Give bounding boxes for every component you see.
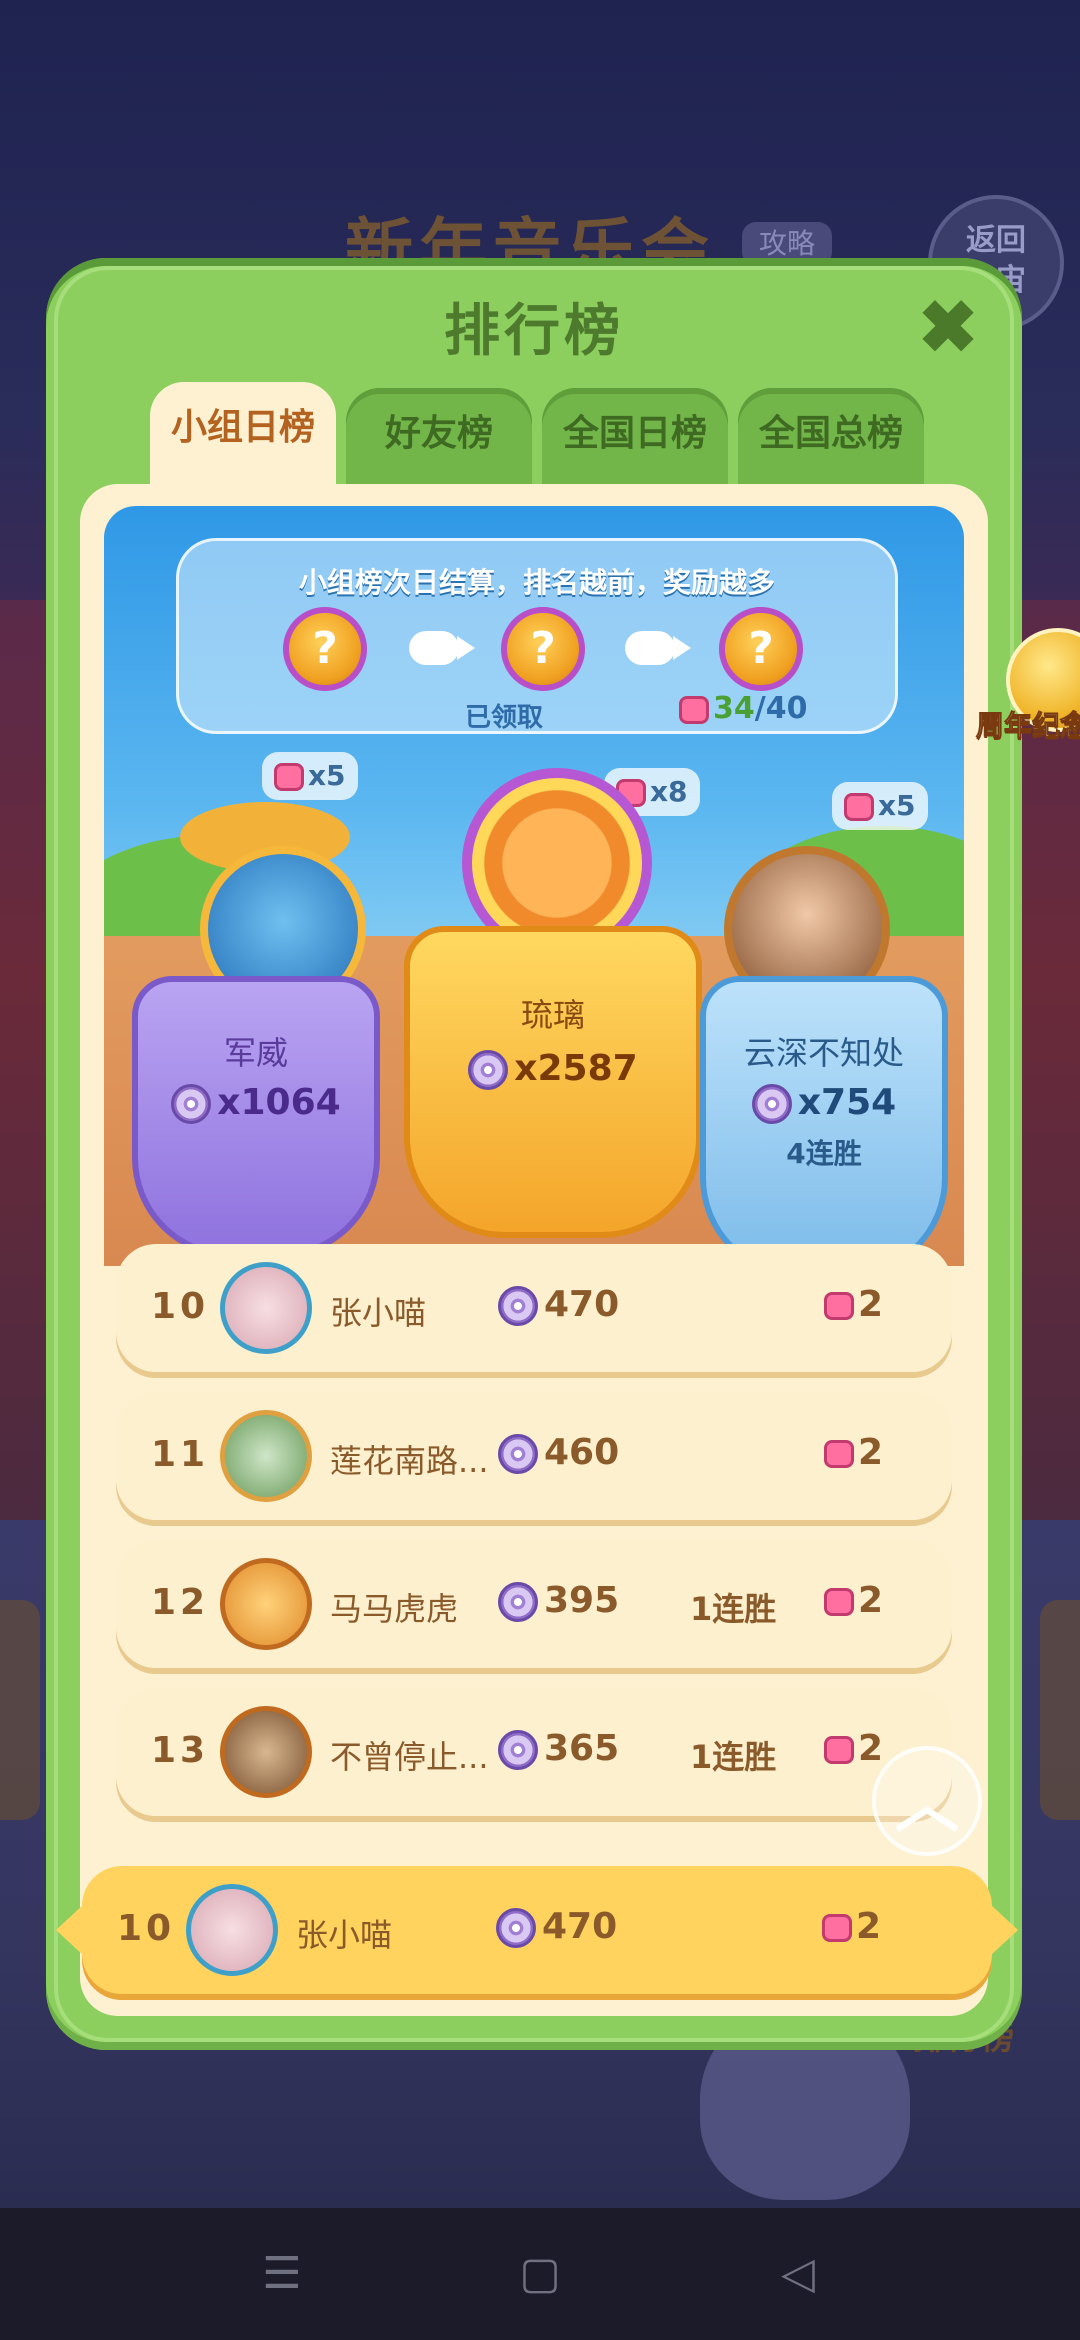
fragment-count: 2: [824, 1432, 883, 1473]
tab-friends[interactable]: 好友榜: [346, 388, 532, 488]
fragment-count: 2: [824, 1580, 883, 1621]
back-triangle-icon[interactable]: ◁: [770, 2248, 826, 2300]
podium-first: 琉璃 x2587: [404, 926, 702, 1238]
side-decoration-right: [1040, 1600, 1080, 1820]
puzzle-piece-icon: [844, 793, 874, 821]
disc-icon: [498, 1434, 538, 1474]
anniversary-coin-badge[interactable]: 周年纪念币: [954, 628, 1080, 748]
podium-second: 军威 x1064: [132, 976, 380, 1258]
podium-scene: 小组榜次日结算，排名越前，奖励越多 ? ? ? 已领取 34/40 x5 军威 …: [104, 506, 964, 1266]
puzzle-piece-icon: [274, 763, 304, 791]
reward-bag-icon[interactable]: ?: [283, 607, 367, 691]
rank-number: 11: [150, 1434, 210, 1475]
player-score: 470: [496, 1906, 617, 1948]
puzzle-piece-icon: [824, 1736, 854, 1764]
podium-second-name: 军威: [223, 1034, 288, 1072]
podium-first-score: x2587: [410, 1048, 696, 1090]
modal-title: 排行榜: [444, 299, 624, 364]
reward-bubble-second: x5: [262, 752, 358, 800]
avatar[interactable]: [220, 1706, 312, 1798]
player-name: 莲花南路...: [330, 1442, 489, 1480]
list-item[interactable]: 10 张小喵 470 2: [116, 1244, 952, 1372]
reward-caption: 小组榜次日结算，排名越前，奖励越多: [298, 566, 775, 599]
tab-national-total[interactable]: 全国总榜: [738, 388, 924, 488]
puzzle-piece-icon: [824, 1292, 854, 1320]
rank-number: 13: [150, 1730, 210, 1771]
player-name: 张小喵: [330, 1294, 427, 1332]
disc-icon: [751, 1084, 792, 1124]
puzzle-piece-icon: [824, 1588, 854, 1616]
player-name: 不曾停止...: [330, 1738, 489, 1776]
win-streak: 1连胜: [690, 1738, 777, 1776]
puzzle-piece-icon: [822, 1914, 852, 1942]
avatar[interactable]: [220, 1262, 312, 1354]
avatar[interactable]: [220, 1558, 312, 1650]
podium-third: 云深不知处 x754 4连胜: [700, 976, 948, 1266]
player-name: 张小喵: [296, 1916, 393, 1954]
rank-number: 10: [116, 1908, 176, 1949]
fragment-count: 2: [822, 1906, 881, 1947]
fragment-progress: 34/40: [679, 691, 807, 726]
tab-group-daily[interactable]: 小组日榜: [150, 382, 336, 488]
podium-third-name: 云深不知处: [743, 1034, 904, 1072]
player-score: 395: [498, 1580, 619, 1622]
claimed-label: 已领取: [465, 703, 544, 733]
player-score: 460: [498, 1432, 619, 1474]
reward-info-box: 小组榜次日结算，排名越前，奖励越多 ? ? ? 已领取 34/40: [176, 538, 898, 734]
puzzle-piece-icon: [824, 1440, 854, 1468]
fragment-count: 2: [824, 1284, 883, 1325]
rank-number: 12: [150, 1582, 210, 1623]
tab-national-daily[interactable]: 全国日榜: [542, 388, 728, 488]
avatar[interactable]: [186, 1884, 278, 1976]
list-item[interactable]: 13 不曾停止... 365 1连胜 2: [116, 1688, 952, 1816]
disc-icon: [498, 1582, 538, 1622]
coin-label: 周年纪念币: [975, 709, 1080, 743]
player-name: 马马虎虎: [330, 1590, 459, 1628]
disc-icon: [468, 1050, 509, 1090]
puzzle-piece-icon: [679, 695, 709, 724]
player-score: 470: [498, 1284, 619, 1326]
disc-icon: [496, 1908, 536, 1948]
list-item[interactable]: 12 马马虎虎 395 1连胜 2: [116, 1540, 952, 1668]
home-square-icon[interactable]: ▢: [512, 2248, 568, 2300]
menu-icon[interactable]: ☰: [254, 2248, 310, 2300]
win-streak: 1连胜: [690, 1590, 777, 1628]
disc-icon: [498, 1286, 538, 1326]
my-rank-row[interactable]: 10 张小喵 470 2: [56, 1866, 1018, 1994]
arrow-icon: [409, 631, 475, 665]
disc-icon: [498, 1730, 538, 1770]
system-nav-bar: ☰ ▢ ◁: [0, 2208, 1080, 2340]
podium-first-name: 琉璃: [520, 996, 585, 1034]
reward-bubble-third: x5: [832, 782, 928, 830]
reward-bag-icon[interactable]: ?: [501, 607, 585, 691]
player-score: 365: [498, 1728, 619, 1770]
list-item[interactable]: 11 莲花南路... 460 2: [116, 1392, 952, 1520]
reward-bag-icon[interactable]: ?: [719, 607, 803, 691]
side-decoration-left: [0, 1600, 40, 1820]
podium-third-streak: 4连胜: [786, 1137, 862, 1170]
podium-third-score: x754: [706, 1082, 942, 1124]
podium-second-score: x1064: [138, 1082, 374, 1124]
scroll-to-top-button[interactable]: ︿: [872, 1746, 982, 1856]
rank-number: 10: [150, 1286, 210, 1327]
fragment-count: 2: [824, 1728, 883, 1769]
close-icon[interactable]: ✖: [908, 288, 988, 368]
avatar[interactable]: [220, 1410, 312, 1502]
arrow-icon: [625, 631, 691, 665]
disc-icon: [171, 1084, 212, 1124]
